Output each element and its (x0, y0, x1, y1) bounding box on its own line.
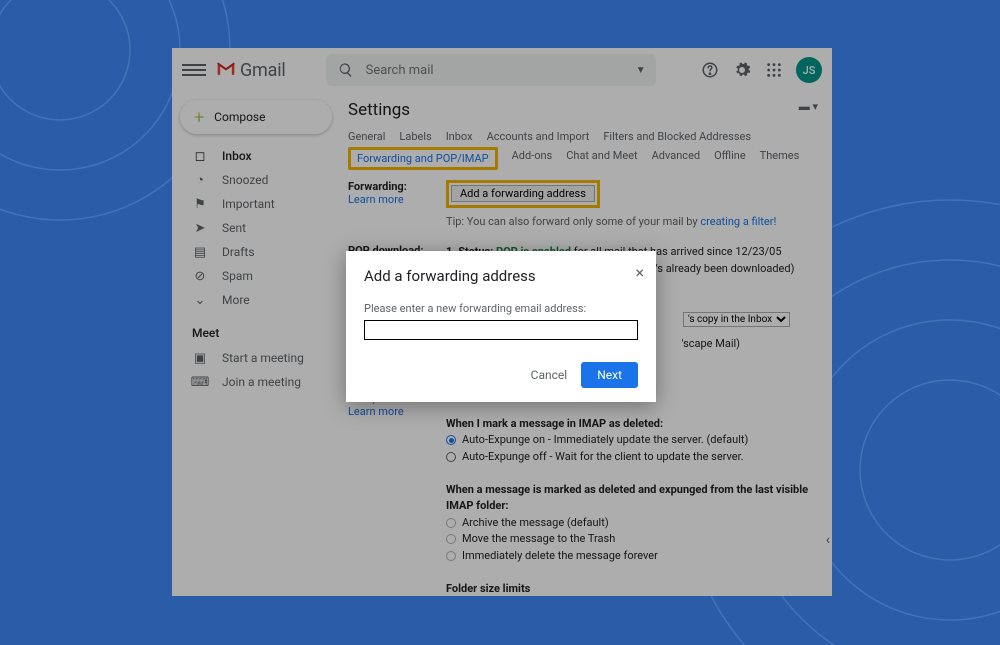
avatar[interactable]: JS (796, 57, 822, 83)
modal-title: Add a forwarding address (364, 267, 638, 285)
tab-accounts-and-import[interactable]: Accounts and Import (487, 128, 590, 145)
expunge-on-radio[interactable] (446, 435, 456, 445)
sidebar-item-snoozed[interactable]: ◔Snoozed (172, 168, 340, 192)
tab-offline[interactable]: Offline (714, 147, 746, 170)
tab-add-ons[interactable]: Add-ons (512, 147, 553, 170)
add-forwarding-button[interactable]: Add a forwarding address (451, 185, 595, 202)
next-button[interactable]: Next (581, 362, 638, 388)
search-input[interactable] (366, 63, 626, 78)
meet-header: Meet (172, 312, 340, 346)
flag-icon: ⚑ (192, 196, 208, 212)
deleted-trash-radio[interactable] (446, 534, 456, 544)
cancel-button[interactable]: Cancel (531, 368, 568, 382)
deleted-forever-radio[interactable] (446, 551, 456, 561)
tab-labels[interactable]: Labels (399, 128, 431, 145)
chevron-left-icon[interactable]: ‹ (826, 532, 830, 548)
file-icon: ▤ (192, 244, 208, 260)
search-bar[interactable]: ▼ (326, 54, 656, 86)
compose-label: Compose (214, 110, 265, 124)
keyboard-icon: ⌨ (192, 374, 208, 390)
tab-chat-and-meet[interactable]: Chat and Meet (566, 147, 637, 170)
spam-icon: ⊘ (192, 268, 208, 284)
create-filter-link[interactable]: creating a filter! (700, 215, 776, 228)
forwarding-label: Forwarding: (348, 180, 407, 193)
send-icon: ➤ (192, 220, 208, 236)
menu-icon[interactable] (182, 58, 206, 82)
app-name: Gmail (240, 60, 286, 81)
tab-inbox[interactable]: Inbox (446, 128, 473, 145)
tab-forwarding-and-pop-imap[interactable]: Forwarding and POP/IMAP (348, 147, 498, 170)
start-meeting[interactable]: ▣Start a meeting (172, 346, 340, 370)
sidebar-item-important[interactable]: ⚑Important (172, 192, 340, 216)
highlight-add-forwarding: Add a forwarding address (446, 180, 600, 208)
gmail-logo: Gmail (216, 58, 286, 82)
page-title: Settings (348, 100, 820, 120)
tab-advanced[interactable]: Advanced (652, 147, 700, 170)
clock-icon: ◔ (192, 172, 208, 188)
forwarding-learn-more[interactable]: Learn more (348, 193, 404, 206)
more-icon: ⌄ (192, 292, 208, 308)
tab-general[interactable]: General (348, 128, 385, 145)
inbox-icon: ◻ (192, 148, 208, 164)
close-icon[interactable]: × (635, 263, 644, 282)
forwarding-email-input[interactable] (364, 320, 638, 340)
imap-learn-more[interactable]: Learn more (348, 405, 404, 418)
gear-icon[interactable] (732, 60, 752, 80)
sidebar-item-sent[interactable]: ➤Sent (172, 216, 340, 240)
modal-label: Please enter a new forwarding email addr… (364, 302, 586, 315)
tab-filters-and-blocked-addresses[interactable]: Filters and Blocked Addresses (603, 128, 751, 145)
deleted-archive-radio[interactable] (446, 518, 456, 528)
plus-icon: + (194, 107, 204, 128)
tab-themes[interactable]: Themes (760, 147, 800, 170)
expunge-off-radio[interactable] (446, 452, 456, 462)
gmail-m-icon (216, 58, 236, 82)
sidebar-item-spam[interactable]: ⊘Spam (172, 264, 340, 288)
help-icon[interactable] (700, 60, 720, 80)
compose-button[interactable]: + Compose (180, 100, 332, 134)
search-icon (336, 60, 356, 80)
language-picker[interactable]: ▬ ▾ (799, 100, 818, 113)
sidebar-item-drafts[interactable]: ▤Drafts (172, 240, 340, 264)
forwarding-tip: Tip: You can also forward only some of y… (446, 215, 700, 228)
sidebar-item-more[interactable]: ⌄More (172, 288, 340, 312)
search-options-caret-icon[interactable]: ▼ (636, 65, 646, 76)
sidebar-item-inbox[interactable]: ◻Inbox (172, 144, 340, 168)
pop-action-select[interactable]: 's copy in the Inbox (683, 312, 790, 327)
video-icon: ▣ (192, 350, 208, 366)
join-meeting[interactable]: ⌨Join a meeting (172, 370, 340, 394)
apps-grid-icon[interactable] (764, 60, 784, 80)
add-forwarding-modal: × Add a forwarding address Please enter … (346, 251, 656, 402)
